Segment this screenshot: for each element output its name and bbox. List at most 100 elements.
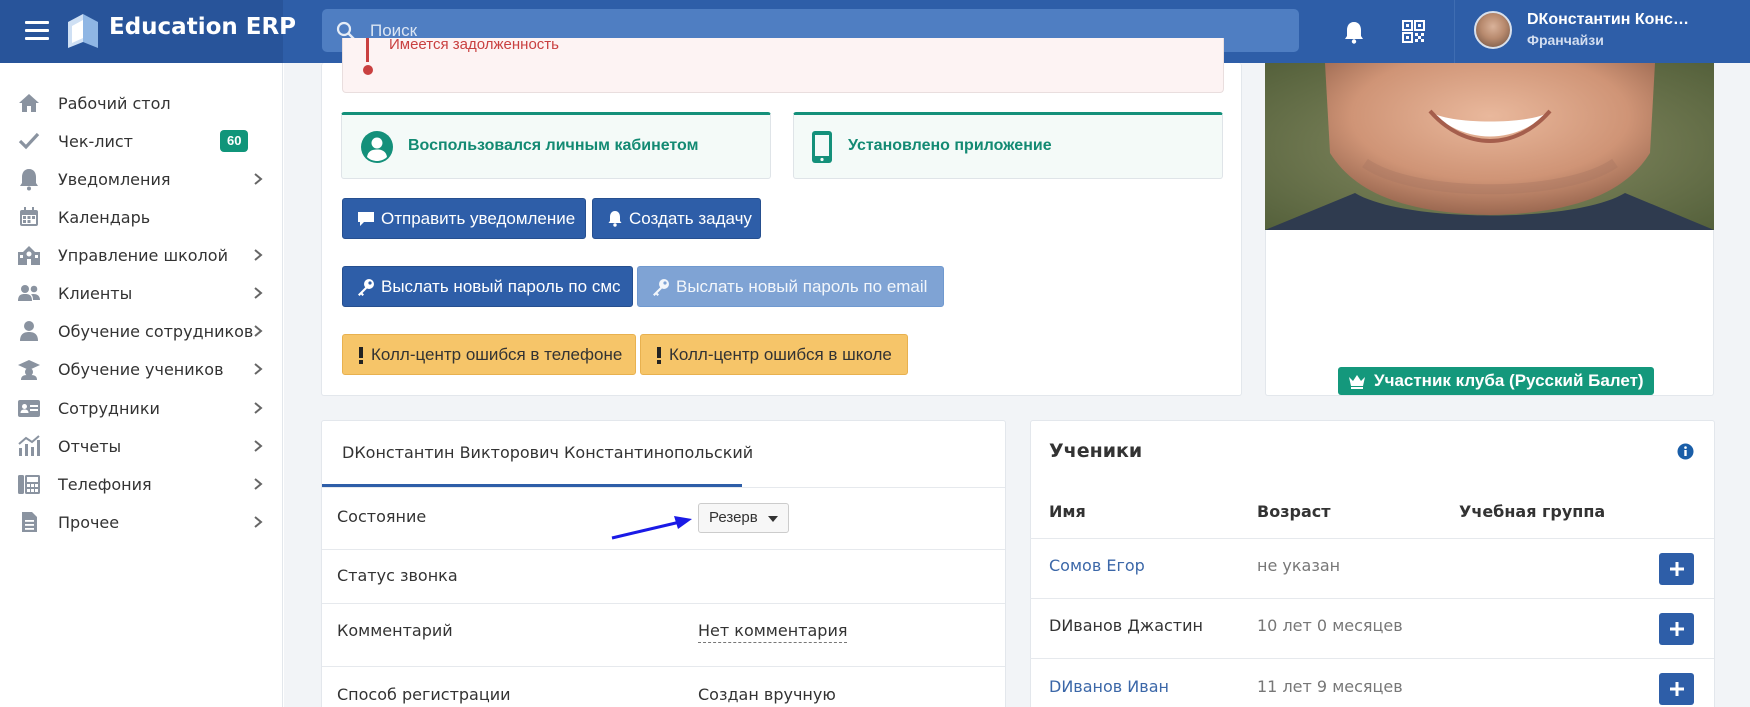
plus-icon (1669, 682, 1684, 696)
sidebar-item-notifications[interactable]: Уведомления (0, 161, 283, 197)
cabinet-info-text: Воспользовался личным кабинетом (408, 137, 699, 154)
sidebar-item-desktop[interactable]: Рабочий стол (0, 85, 283, 121)
header-divider (1454, 0, 1455, 63)
user-name[interactable]: DКонстантин Конс… (1527, 11, 1689, 29)
add-to-group-button[interactable] (1659, 553, 1694, 585)
student-age: 11 лет 9 месяцев (1257, 677, 1403, 696)
callcenter-phone-error-button[interactable]: Колл-центр ошибся в телефоне (342, 334, 636, 375)
column-header-age: Возраст (1257, 502, 1331, 521)
state-dropdown-value: Резерв (709, 509, 758, 526)
create-task-label: Создать задачу (629, 208, 752, 228)
exclamation-icon (657, 346, 661, 364)
divider (322, 549, 1005, 550)
sidebar-item-employees[interactable]: Сотрудники (0, 390, 283, 426)
callcenter-school-error-button[interactable]: Колл-центр ошибся в школе (640, 334, 908, 375)
debt-dot-icon (363, 65, 373, 75)
sidebar-item-label: Телефония (58, 474, 152, 494)
club-member-label: Участник клуба (Русский Балет) (1374, 371, 1644, 390)
client-details-card (321, 420, 1006, 707)
sidebar-item-clients[interactable]: Клиенты (0, 275, 283, 311)
student-age: 10 лет 0 месяцев (1257, 616, 1403, 635)
registration-value: Создан вручную (698, 685, 836, 704)
student-age: не указан (1257, 556, 1341, 575)
call-status-label: Статус звонка (337, 566, 458, 585)
key-icon (358, 278, 374, 296)
chevron-right-icon (254, 440, 263, 452)
sidebar-item-other[interactable]: Прочее (0, 504, 283, 540)
sidebar-item-staff-training[interactable]: Обучение сотрудников (0, 313, 283, 349)
caret-down-icon (767, 516, 778, 522)
chevron-right-icon (254, 516, 263, 528)
user-role: Франчайзи (1527, 32, 1604, 48)
sidebar-item-reports[interactable]: Отчеты (0, 428, 283, 464)
logo-icon (68, 14, 98, 48)
sidebar-item-label: Клиенты (58, 283, 133, 303)
sidebar-item-label: Уведомления (58, 169, 171, 189)
sidebar-item-calendar[interactable]: Календарь (0, 199, 283, 235)
chevron-right-icon (254, 249, 263, 261)
column-header-group: Учебная группа (1459, 502, 1606, 521)
registration-label: Способ регистрации (337, 685, 511, 704)
sidebar-item-label: Управление школой (58, 245, 228, 265)
staff-training-icon (20, 321, 38, 341)
comment-label: Комментарий (337, 621, 453, 640)
bell-icon[interactable] (1343, 20, 1365, 44)
app-info-text: Установлено приложение (848, 137, 1052, 154)
debt-alert: Имеется задолженность (342, 38, 1224, 93)
sidebar-item-label: Отчеты (58, 436, 122, 456)
club-member-badge: Участник клуба (Русский Балет) (1338, 367, 1654, 395)
users-icon (18, 285, 40, 301)
sidebar-item-label: Прочее (58, 512, 120, 532)
divider (322, 666, 1005, 667)
add-to-group-button[interactable] (1659, 673, 1694, 705)
info-icon[interactable] (1677, 443, 1694, 460)
students-title: Ученики (1049, 440, 1143, 462)
send-password-sms-button[interactable]: Выслать новый пароль по смс (342, 266, 633, 307)
mobile-phone-icon (812, 131, 832, 163)
user-circle-icon (361, 131, 393, 163)
key-icon (653, 278, 669, 296)
sidebar-item-label: Рабочий стол (58, 93, 171, 113)
sidebar-item-label: Обучение учеников (58, 359, 224, 379)
id-card-icon (18, 400, 40, 417)
send-notification-label: Отправить уведомление (381, 208, 576, 228)
tab-client-name[interactable]: DКонстантин Викторович Константинопольск… (342, 443, 753, 462)
brand-bar: Education ERP (0, 0, 296, 63)
sidebar-item-telephony[interactable]: Телефония (0, 466, 283, 502)
send-notification-button[interactable]: Отправить уведомление (342, 198, 586, 239)
callcenter-school-error-label: Колл-центр ошибся в школе (669, 344, 892, 364)
qr-code-icon[interactable] (1402, 20, 1425, 43)
sidebar-item-label: Чек-лист (58, 131, 133, 151)
chevron-right-icon (254, 287, 263, 299)
sidebar-item-school-management[interactable]: Управление школой (0, 237, 283, 273)
sidebar-item-label: Обучение сотрудников (58, 321, 254, 341)
student-name-link[interactable]: DИванов Иван (1049, 677, 1169, 696)
user-avatar[interactable] (1474, 11, 1512, 49)
comment-value[interactable]: Нет комментария (698, 621, 848, 643)
cabinet-info-box: Воспользовался личным кабинетом (341, 112, 771, 179)
divider (322, 603, 1005, 604)
app-name[interactable]: Education ERP (109, 14, 296, 40)
add-to-group-button[interactable] (1659, 613, 1694, 645)
sidebar-item-student-training[interactable]: Обучение учеников (0, 351, 283, 387)
checklist-count-badge: 60 (220, 130, 249, 152)
send-password-email-button[interactable]: Выслать новый пароль по email (637, 266, 944, 307)
student-name-link[interactable]: Сомов Егор (1049, 556, 1145, 575)
create-task-button[interactable]: Создать задачу (592, 198, 761, 239)
hamburger-menu-icon[interactable] (25, 21, 49, 41)
chevron-right-icon (254, 402, 263, 414)
graduation-cap-icon (18, 360, 40, 380)
document-icon (22, 512, 37, 532)
bell-icon (20, 169, 38, 191)
sidebar-item-label: Календарь (58, 207, 151, 227)
divider (1030, 598, 1714, 599)
divider (1030, 538, 1714, 539)
comment-icon (358, 211, 374, 226)
school-icon (18, 246, 40, 265)
sidebar: Рабочий стол Чек-лист 60 Уведомления Кал… (0, 63, 283, 707)
debt-timeline-line (366, 38, 369, 62)
sidebar-item-checklist[interactable]: Чек-лист 60 (0, 123, 283, 159)
state-dropdown[interactable]: Резерв (698, 503, 789, 533)
plus-icon (1669, 562, 1684, 576)
state-label: Состояние (337, 507, 427, 526)
